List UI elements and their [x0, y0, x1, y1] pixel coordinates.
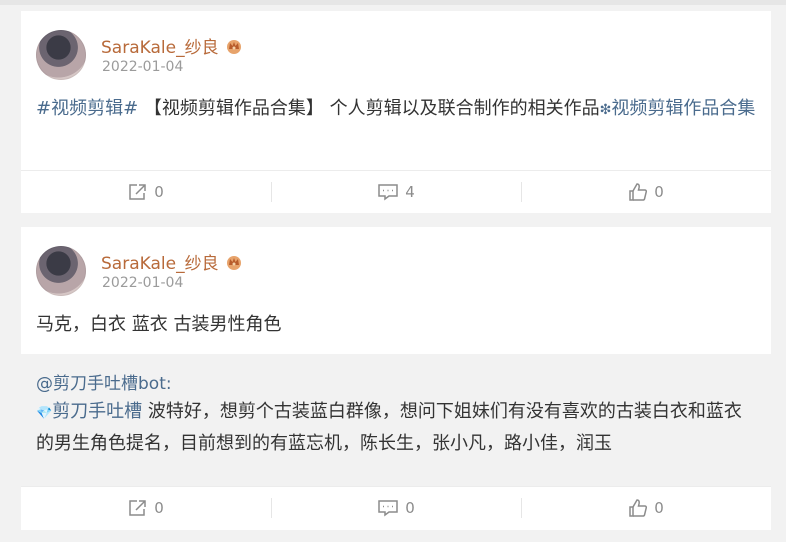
action-bar: 0 4 0 — [21, 171, 771, 213]
diamond-icon: 💎 — [36, 406, 53, 421]
post-content: 马克，白衣 蓝衣 古装男性角色 — [36, 310, 757, 340]
sparkle-icon: ❇ — [599, 102, 612, 118]
username[interactable]: SaraKale_纱良 — [101, 33, 219, 58]
crown-badge-icon — [225, 254, 243, 270]
post-text: 【视频剪辑作品合集】 个人剪辑以及联合制作的相关作品 — [138, 98, 600, 119]
comment-button[interactable]: 4 — [271, 171, 521, 213]
quoted-body: 波特好，想剪个古装蓝白群像，想问下姐妹们有没有喜欢的古装白衣和蓝衣的男生角色提名… — [36, 401, 742, 454]
repost-count: 0 — [154, 499, 164, 517]
repost-icon — [128, 183, 148, 201]
quoted-author-link[interactable]: @剪刀手吐槽bot: — [36, 369, 172, 394]
top-border — [0, 0, 786, 5]
comment-button[interactable]: 0 — [271, 487, 521, 529]
post-content: #视频剪辑# 【视频剪辑作品合集】 个人剪辑以及联合制作的相关作品❇视频剪辑作品… — [36, 94, 757, 125]
quoted-post[interactable]: @剪刀手吐槽bot: 💎剪刀手吐槽 波特好，想剪个古装蓝白群像，想问下姐妹们有没… — [21, 354, 771, 486]
crown-badge-icon — [225, 38, 243, 54]
post-date: 2022-01-04 — [102, 59, 184, 75]
username-row[interactable]: SaraKale_纱良 — [101, 33, 243, 58]
comment-icon — [377, 183, 399, 201]
post-text: 马克，白衣 蓝衣 古装男性角色 — [36, 314, 282, 335]
avatar[interactable] — [36, 246, 86, 296]
username[interactable]: SaraKale_纱良 — [101, 249, 219, 274]
comment-count: 0 — [405, 499, 415, 517]
like-button[interactable]: 0 — [521, 487, 771, 529]
collection-link[interactable]: 视频剪辑作品合集 — [611, 98, 755, 119]
repost-count: 0 — [154, 183, 164, 201]
like-icon — [628, 182, 648, 202]
quoted-text: 💎剪刀手吐槽 波特好，想剪个古装蓝白群像，想问下姐妹们有没有喜欢的古装白衣和蓝衣… — [36, 397, 757, 459]
like-button[interactable]: 0 — [521, 171, 771, 213]
repost-icon — [128, 499, 148, 517]
badge-link[interactable]: 剪刀手吐槽 — [52, 401, 142, 422]
comment-icon — [377, 499, 399, 517]
comment-count: 4 — [405, 183, 415, 201]
post-card: SaraKale_纱良 2022-01-04 马克，白衣 蓝衣 古装男性角色 @… — [21, 227, 771, 530]
action-bar: 0 0 0 — [21, 487, 771, 529]
like-count: 0 — [654, 183, 664, 201]
post-card: SaraKale_纱良 2022-01-04 #视频剪辑# 【视频剪辑作品合集】… — [21, 11, 771, 213]
username-row[interactable]: SaraKale_纱良 — [101, 249, 243, 274]
avatar[interactable] — [36, 30, 86, 80]
like-icon — [628, 498, 648, 518]
repost-button[interactable]: 0 — [21, 487, 271, 529]
repost-button[interactable]: 0 — [21, 171, 271, 213]
hashtag-link[interactable]: #视频剪辑# — [36, 98, 138, 119]
post-date: 2022-01-04 — [102, 275, 184, 291]
like-count: 0 — [654, 499, 664, 517]
